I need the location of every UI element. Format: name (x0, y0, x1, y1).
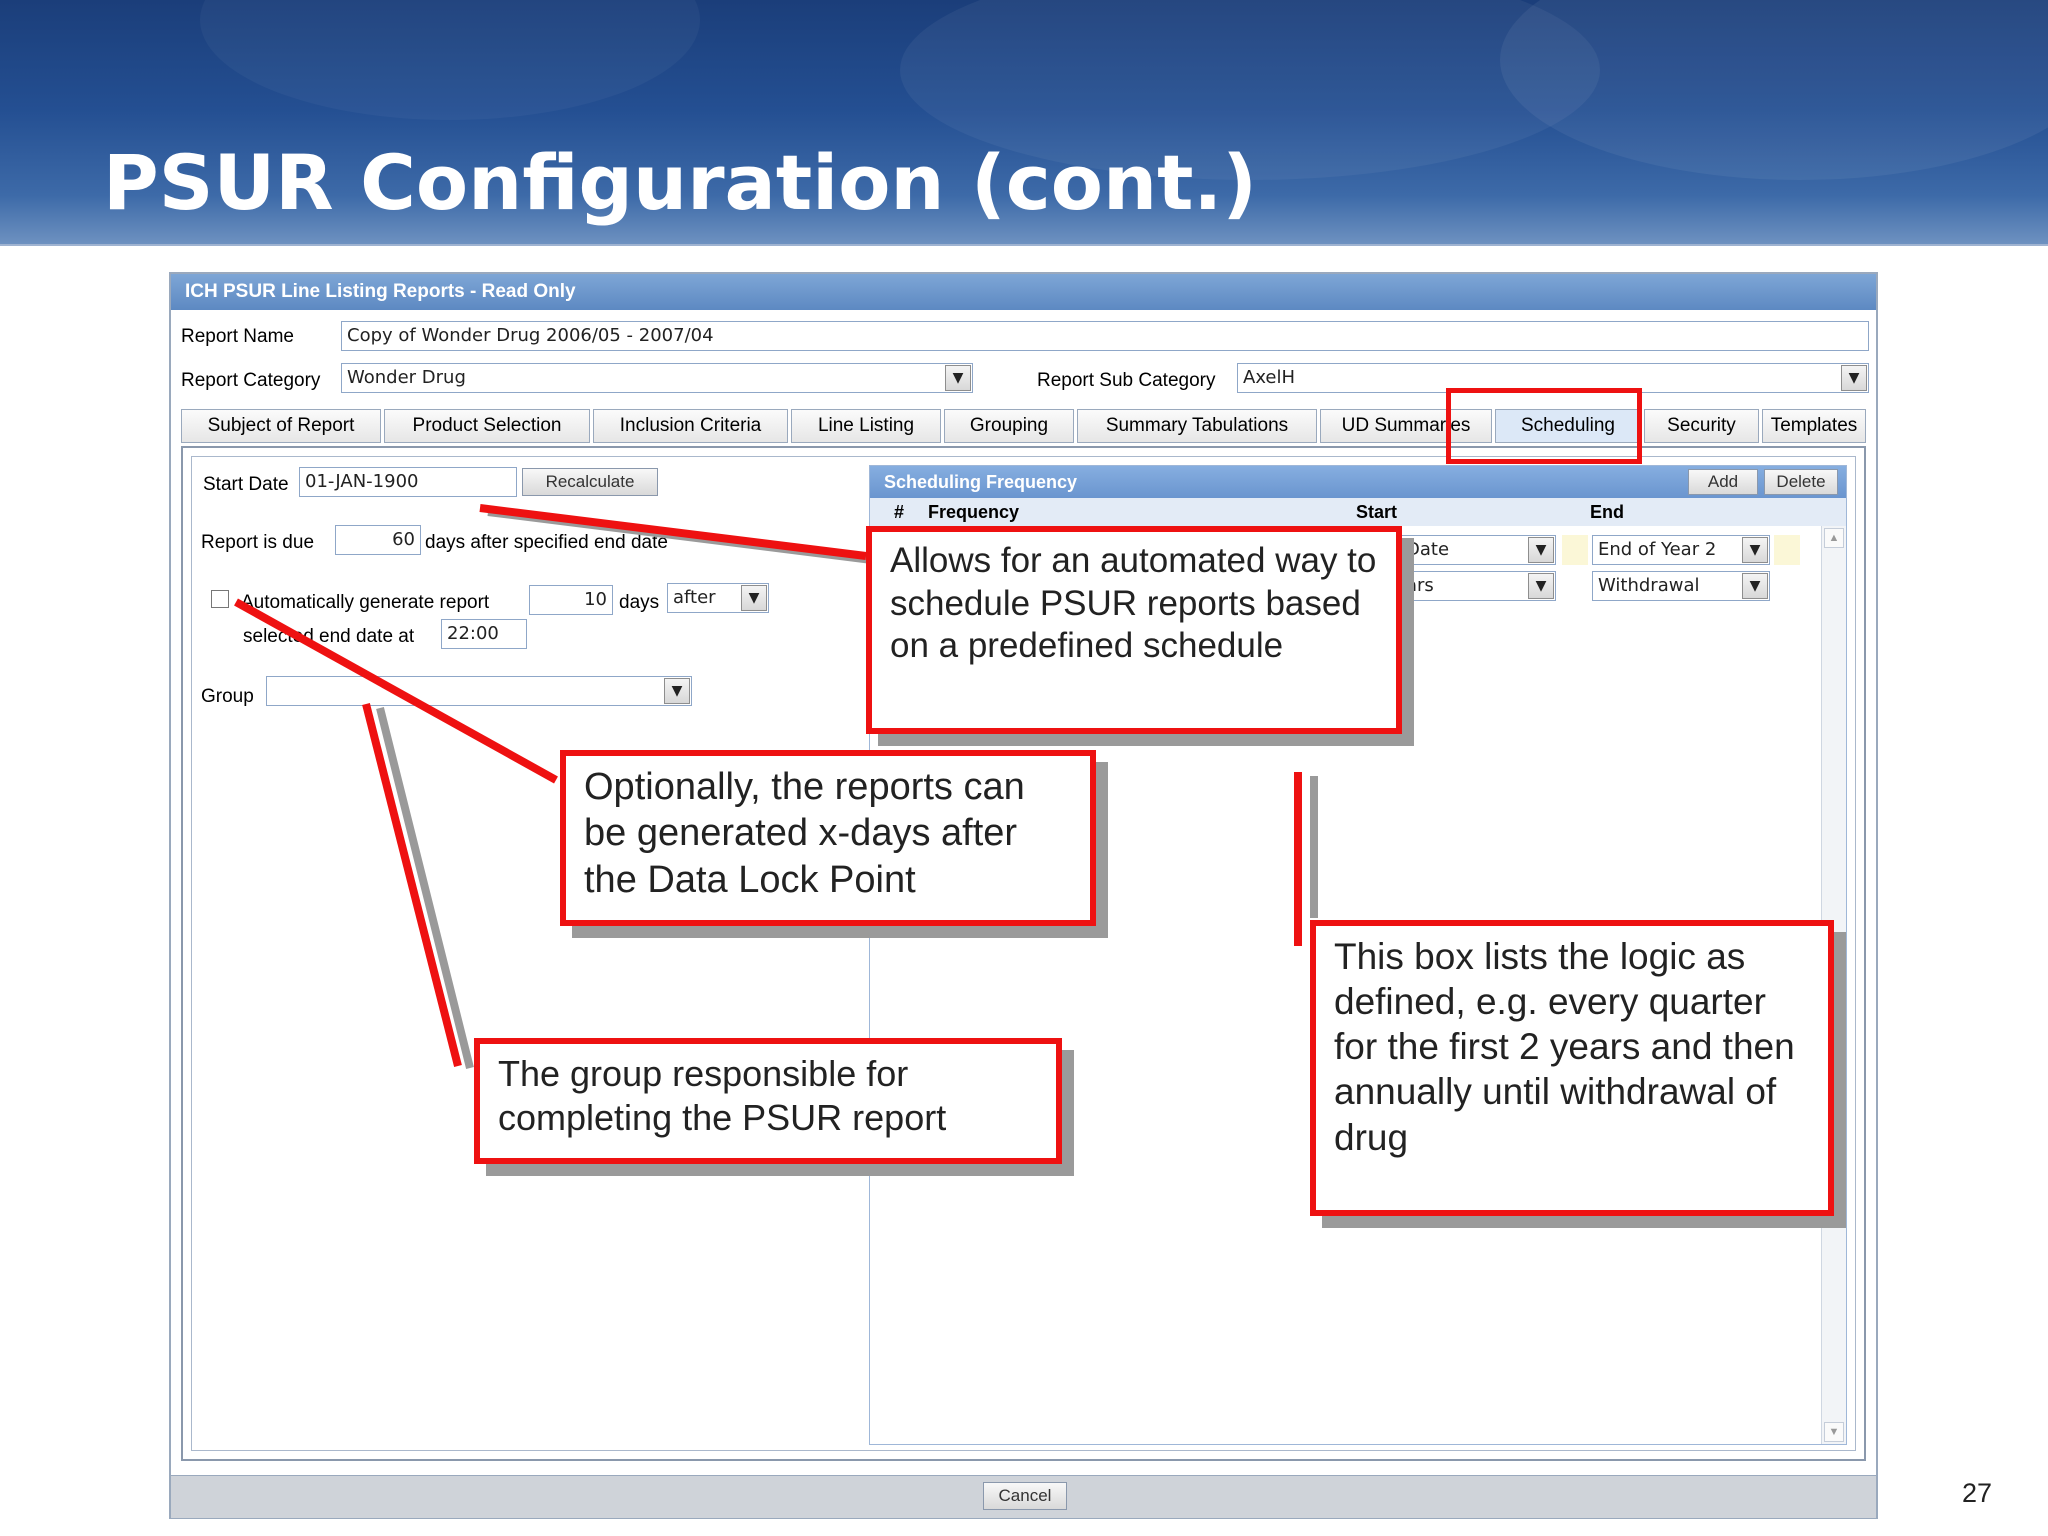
connector-shadow (376, 707, 474, 1069)
connector-optional (234, 598, 558, 784)
page-number: 27 (1962, 1478, 1993, 1508)
callout-group: The group responsible for completing the… (474, 1038, 1062, 1164)
connector-schedule (479, 504, 867, 560)
scheduling-tab-highlight (1446, 388, 1642, 464)
callout-optional-days: Optionally, the reports can be generated… (560, 750, 1096, 926)
callout-scheduling: Allows for an automated way to schedule … (866, 526, 1402, 734)
callout-logic: This box lists the logic as defined, e.g… (1310, 920, 1834, 1216)
connector-group (362, 703, 462, 1067)
